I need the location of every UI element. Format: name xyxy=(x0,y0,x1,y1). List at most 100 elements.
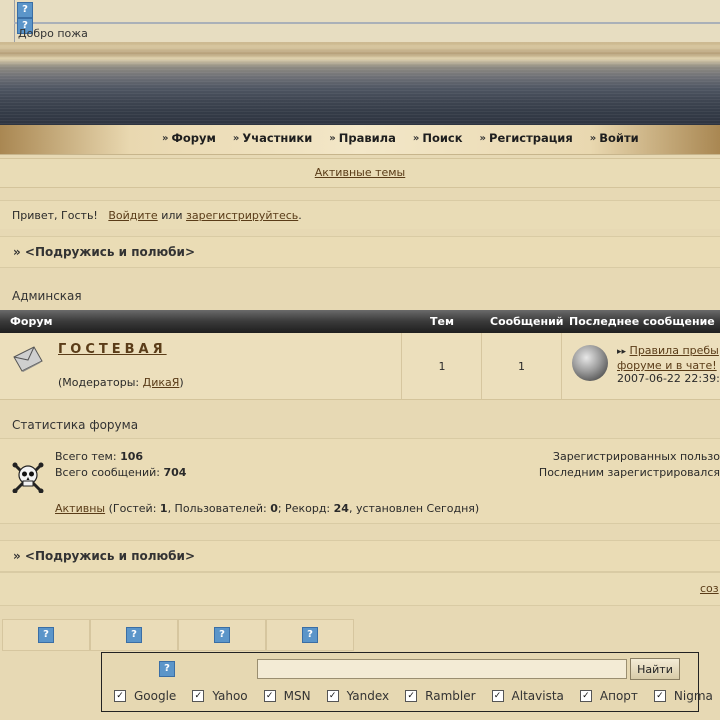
create-forum-link[interactable]: соз xyxy=(700,582,719,595)
engine-google[interactable]: ✓ Google xyxy=(114,689,176,703)
col-topics: Тем xyxy=(430,315,454,328)
question-icon[interactable]: ? xyxy=(214,627,230,643)
last-post-link[interactable]: Правила пребы xyxy=(630,344,719,357)
greeting-or: или xyxy=(161,209,183,222)
checkbox[interactable]: ✓ xyxy=(114,690,126,702)
greeting-end: . xyxy=(298,209,302,222)
checkbox[interactable]: ✓ xyxy=(491,690,504,702)
online-record-label: ; Рекорд: xyxy=(277,502,334,515)
welcome-text: Добро пожа xyxy=(18,27,88,40)
online-users: Активны (Гостей: 1, Пользователей: 0; Ре… xyxy=(55,502,479,515)
engine-label: Yandex xyxy=(346,689,390,703)
last-post-date: 2007-06-22 22:39: xyxy=(617,372,720,385)
search-engines: ✓ Google ✓ Yahoo ✓ MSN ✓ Yandex ✓ Rambler ✓ Al… xyxy=(114,689,713,703)
engine-label: Altavista xyxy=(511,689,564,703)
double-chevron-icon: » xyxy=(479,132,487,144)
online-guests: 1 xyxy=(159,502,168,515)
question-icon[interactable]: ? xyxy=(38,627,54,643)
nav-label: Форум xyxy=(171,131,216,145)
register-link[interactable]: зарегистрируйтесь xyxy=(186,209,298,222)
nav-label: Участники xyxy=(242,131,313,145)
active-topics-bar: Активные темы xyxy=(0,158,720,188)
stat-last-registered: Последним зарегистрировался xyxy=(538,466,720,479)
nav-label: Правила xyxy=(338,131,396,145)
stat-topics: Всего тем: 106 xyxy=(55,450,143,463)
engine-yahoo[interactable]: ✓ Yahoo xyxy=(192,689,248,703)
engine-yandex[interactable]: ✓ Yandex xyxy=(326,689,390,703)
checkbox[interactable]: ✓ xyxy=(263,690,276,702)
forum-stats: Всего тем: 106 Всего сообщений: 704 Заре… xyxy=(0,438,720,524)
table-header: Форум Тем Сообщений Последнее сообщение xyxy=(0,310,720,333)
login-link[interactable]: Войдите xyxy=(108,209,157,222)
engine-nigma[interactable]: ✓ Nigma xyxy=(653,689,713,703)
moderators-prefix: (Модераторы: xyxy=(58,376,143,389)
checkbox[interactable]: ✓ xyxy=(653,690,666,702)
engine-label: Rambler xyxy=(425,689,476,703)
stats-title: Статистика форума xyxy=(12,418,139,432)
engine-aport[interactable]: ✓ Апорт xyxy=(579,689,638,703)
double-chevron-icon: » xyxy=(162,132,169,144)
engine-label: Nigma xyxy=(673,689,713,703)
last-post-link-cont[interactable]: форуме и в чате! xyxy=(617,359,717,372)
nav-login[interactable]: » Войти xyxy=(590,131,639,145)
stat-topics-value: 106 xyxy=(120,450,144,463)
checkbox[interactable]: ✓ xyxy=(579,690,592,702)
engine-label: MSN xyxy=(283,689,311,703)
active-topics-link[interactable]: Активные темы xyxy=(315,166,406,179)
search-input[interactable] xyxy=(257,659,627,679)
greeting-text: Привет, Гость! xyxy=(12,209,98,222)
engine-altavista[interactable]: ✓ Altavista xyxy=(491,689,564,703)
main-nav: » Форум » Участники » Правила » Поиск » Регис… xyxy=(0,125,720,155)
question-icon[interactable]: ? xyxy=(126,627,142,643)
forum-name-link[interactable]: ГОСТЕВАЯ xyxy=(58,342,167,357)
checkbox[interactable]: ✓ xyxy=(405,690,418,702)
question-icon[interactable]: ? xyxy=(159,661,175,677)
last-post-icon: ▸▸ xyxy=(617,347,627,357)
engine-msn[interactable]: ✓ MSN xyxy=(263,689,311,703)
checkbox[interactable]: ✓ xyxy=(326,690,339,702)
nav-label: Поиск xyxy=(422,131,463,145)
category-title: Админская xyxy=(12,289,82,303)
forum-section-footer-header: » <Подружись и полюби> xyxy=(0,540,720,572)
stat-posts: Всего сообщений: 704 xyxy=(55,466,186,479)
online-guests-label: (Гостей: xyxy=(105,502,160,515)
double-chevron-icon: » xyxy=(329,132,336,144)
web-search-box: ? Найти ✓ Google ✓ Yahoo ✓ MSN ✓ Yandex ✓ Ram… xyxy=(101,652,713,712)
double-chevron-icon: » xyxy=(232,132,240,144)
nav-forum[interactable]: » Форум xyxy=(162,131,216,145)
checkbox[interactable]: ✓ xyxy=(192,690,205,702)
question-icon[interactable]: ? xyxy=(302,627,318,643)
column-divider xyxy=(561,333,562,399)
engine-label: Апорт xyxy=(599,689,638,703)
engine-rambler[interactable]: ✓ Rambler xyxy=(405,689,476,703)
header-banner xyxy=(0,42,720,125)
col-posts: Сообщений xyxy=(490,315,564,328)
moderator-link[interactable]: ДикаЯ xyxy=(143,376,180,389)
engine-label: Yahoo xyxy=(212,689,248,703)
last-post: ▸▸ Правила пребы форуме и в чате! xyxy=(617,344,720,373)
online-users-label: , Пользователей: xyxy=(167,502,271,515)
nav-rules[interactable]: » Правила xyxy=(329,131,396,145)
nav-members[interactable]: » Участники xyxy=(233,131,312,145)
online-link[interactable]: Активны xyxy=(55,502,105,515)
avatar[interactable] xyxy=(572,345,608,381)
col-last-post: Последнее сообщение xyxy=(569,315,715,328)
nav-register[interactable]: » Регистрация xyxy=(480,131,573,145)
guest-greeting: Привет, Гость! Войдите или зарегистрируй… xyxy=(0,200,720,229)
search-button[interactable]: Найти xyxy=(630,658,680,680)
nav-search[interactable]: » Поиск xyxy=(413,131,463,145)
online-record: 24 xyxy=(333,502,349,515)
top-divider-vertical xyxy=(14,0,15,42)
forum-section-header: » <Подружись и полюби> xyxy=(0,236,720,268)
posts-count: 1 xyxy=(518,360,525,373)
double-chevron-icon: » xyxy=(412,132,420,144)
top-bar: ? ? Добро пожа xyxy=(0,0,720,42)
topics-count: 1 xyxy=(438,360,446,373)
section-title: » <Подружись и полюби> xyxy=(13,549,196,563)
question-icon[interactable]: ? xyxy=(17,2,33,18)
online-record-suffix: , установлен Сегодня) xyxy=(348,502,480,515)
counters-row: ? ? ? ? xyxy=(0,619,356,651)
skull-icon xyxy=(12,462,44,493)
footer-strip: соз xyxy=(0,572,720,606)
stat-registered: Зарегистрированных пользо xyxy=(552,450,720,463)
